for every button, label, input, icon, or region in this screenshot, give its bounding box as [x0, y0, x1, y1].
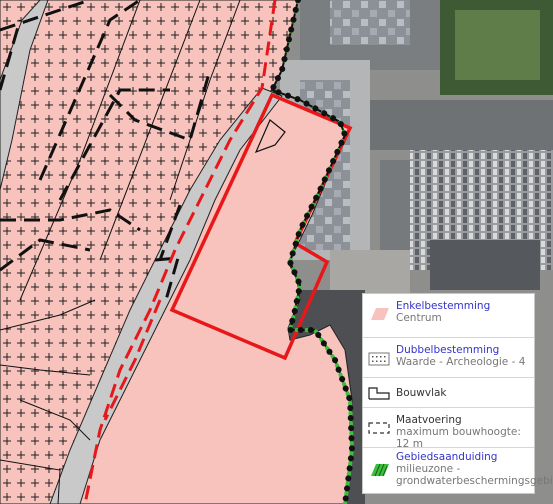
- dashed-box-icon: [368, 422, 390, 434]
- legend-title: Dubbelbestemming: [396, 344, 500, 356]
- legend-label: Bouwvlak: [396, 387, 447, 399]
- legend-item-maatvoering: Maatvoering maximum bouwhoogte: 12 m: [363, 408, 534, 450]
- legend-subtitle: Waarde - Archeologie - 4: [396, 356, 526, 368]
- legend-item-bouwvlak: Bouwvlak: [363, 378, 534, 408]
- pink-fill-icon: [371, 308, 389, 320]
- legend-item-dubbelbestemming: Dubbelbestemming Waarde - Archeologie - …: [363, 338, 534, 378]
- legend-item-enkelbestemming: Enkelbestemming Centrum: [363, 294, 534, 338]
- legend-label: Maatvoering: [396, 414, 462, 426]
- legend-title: Gebiedsaanduiding: [396, 451, 498, 463]
- legend-item-gebiedsaanduiding: Gebiedsaanduiding milieuzone - grondwate…: [363, 448, 553, 493]
- legend-subtitle: maximum bouwhoogte: 12 m: [396, 426, 521, 450]
- legend-subtitle: Centrum: [396, 312, 442, 324]
- map-legend: Enkelbestemming Centrum Dubbelbestemming…: [362, 293, 553, 494]
- legend-subtitle: milieuzone - grondwaterbeschermingsgebie…: [396, 463, 553, 487]
- legend-title: Enkelbestemming: [396, 300, 491, 312]
- bouwvlak-outline-icon: [368, 387, 390, 400]
- dotted-box-icon: [368, 352, 390, 366]
- green-hatch-icon: [371, 463, 389, 477]
